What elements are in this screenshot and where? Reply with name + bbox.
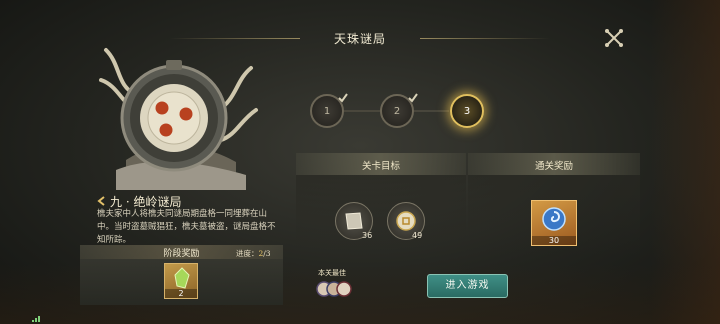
- objective-count: 36: [362, 231, 373, 240]
- stage-node-3[interactable]: 3: [450, 94, 484, 128]
- stone-block-icon: [345, 212, 363, 230]
- enter-game-button[interactable]: 进入游戏: [427, 274, 508, 298]
- objectives-title: 关卡目标: [361, 161, 400, 172]
- objectives-panel: [296, 175, 466, 255]
- clear-rewards-title: 通关奖励: [534, 161, 573, 172]
- close-icon[interactable]: [604, 28, 624, 48]
- signal-icon: [32, 316, 40, 322]
- stage-reward-count: 2: [165, 289, 197, 298]
- level-description: 樵夫家中人将樵夫同谜局期盘格一同埋葬在山中。当时盗墓贼猖狂，樵夫墓被盗，谜局盘格…: [97, 209, 276, 245]
- clear-reward-item[interactable]: 30: [531, 200, 577, 246]
- check-icon: [408, 93, 418, 103]
- stage-progress: 进度：2/3: [236, 249, 271, 258]
- stage-reward-item[interactable]: 2: [164, 263, 198, 299]
- blue-swirl-icon: [542, 207, 566, 231]
- objective-count: 49: [412, 231, 423, 240]
- best-record-label: 本关最佳: [318, 269, 346, 277]
- gold-coin-icon: [396, 211, 416, 231]
- check-icon: [338, 93, 348, 103]
- best-players-avatars[interactable]: [316, 279, 356, 299]
- puzzle-artwork: [99, 48, 258, 190]
- green-crystal-icon: [174, 267, 190, 289]
- page-title: 天珠谜局: [333, 32, 386, 46]
- back-arrow-icon[interactable]: [97, 196, 107, 206]
- clear-reward-count: 30: [532, 236, 576, 245]
